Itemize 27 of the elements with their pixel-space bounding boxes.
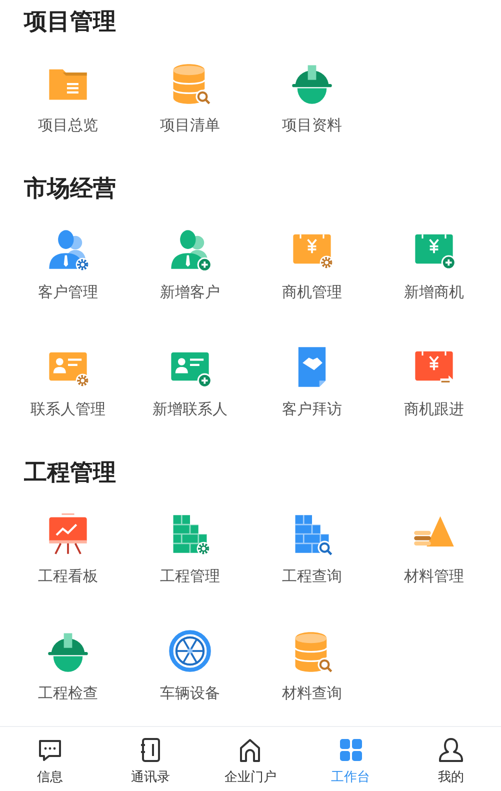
app-tile[interactable]: 项目清单 (160, 54, 220, 135)
section-title: 工程管理 (24, 459, 117, 488)
tab[interactable]: 通讯录 (130, 727, 170, 786)
app-tile[interactable]: 新增联系人 (152, 338, 228, 419)
app-tile[interactable]: 工程看板 (38, 505, 98, 586)
app-tile[interactable]: 项目总览 (38, 54, 98, 135)
app-tile[interactable]: 新增商机 (404, 221, 464, 302)
section-title: 项目管理 (24, 8, 117, 37)
app-tile[interactable]: 工程检查 (38, 622, 98, 703)
app-tile[interactable]: 工程管理 (160, 505, 220, 586)
app-tile[interactable]: 车辆设备 (160, 622, 220, 703)
tab[interactable]: 我的 (436, 727, 465, 786)
section-title: 市场经营 (24, 175, 117, 204)
app-tile[interactable]: 客户拜访 (282, 338, 342, 419)
app-tile[interactable]: 商机管理 (282, 221, 342, 302)
app-tile[interactable]: 工程查询 (282, 505, 342, 586)
app-tile[interactable]: 材料管理 (404, 505, 464, 586)
app-tile[interactable]: 联系人管理 (30, 338, 106, 419)
app-tile[interactable]: 项目资料 (282, 54, 342, 135)
person-icon (436, 736, 465, 764)
app-tile[interactable]: 新增客户 (160, 221, 220, 302)
tab[interactable]: 信息 (36, 727, 64, 786)
tab[interactable]: 企业门户 (224, 727, 276, 786)
wheel-icon (167, 628, 213, 674)
app-tile[interactable]: 商机跟进 (404, 338, 464, 419)
app-tile[interactable]: 材料查询 (282, 622, 342, 703)
app-tile[interactable]: 客户管理 (38, 221, 98, 302)
